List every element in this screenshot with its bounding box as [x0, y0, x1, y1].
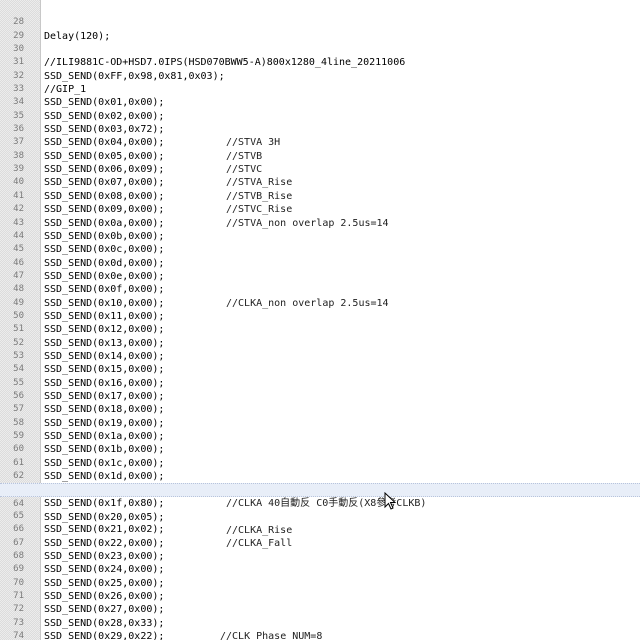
code-line-42[interactable]: 42 SSD_SEND(0x0a,0x00);: [0, 190, 640, 228]
code-line-37[interactable]: 37 SSD_SEND(0x05,0x00); //STVC: [0, 123, 640, 175]
code-line-63[interactable]: 63 SSD_SEND(0x1f,0x80);: [0, 470, 640, 508]
code-line-45[interactable]: 45 SSD_SEND(0x0d,0x00);: [0, 230, 640, 268]
code-line-70[interactable]: 70 SSD_SEND(0x26,0x00);: [0, 563, 640, 602]
code-line-48[interactable]: 48 SSD_SEND(0x10,0x00);: [0, 270, 640, 308]
code-line-47[interactable]: 47 SSD_SEND(0x0f,0x00); //CLKA_non overl…: [0, 257, 640, 309]
code-line-39[interactable]: 39 SSD_SEND(0x07,0x00); //STVB_Rise: [0, 150, 640, 202]
code-line-57[interactable]: 57 SSD_SEND(0x19,0x00);: [0, 390, 640, 428]
code-line-40[interactable]: 40 SSD_SEND(0x08,0x00); //STVC_Rise: [0, 163, 640, 215]
code-line-43[interactable]: 43 SSD_SEND(0x0b,0x00);: [0, 203, 640, 242]
code-line-66[interactable]: 66 SSD_SEND(0x22,0x00);: [0, 510, 640, 548]
code-line-55[interactable]: 55 SSD_SEND(0x17,0x00);: [0, 363, 640, 402]
code-line-31[interactable]: 31 SSD_SEND(0xFF,0x98,0x81,0x03);: [0, 43, 640, 81]
code-line-62[interactable]: 62 SSD_SEND(0x1e,0x40); //CLKA 40自動反 C0手…: [0, 457, 640, 509]
code-line-44[interactable]: 44 SSD_SEND(0x0c,0x00);: [0, 217, 640, 255]
code-line-32[interactable]: 32 //GIP_1: [0, 56, 640, 95]
code-line-58[interactable]: 58 SSD_SEND(0x1a,0x00);: [0, 403, 640, 442]
code-line-65[interactable]: 65 SSD_SEND(0x21,0x02); //CLKA_Fall: [0, 497, 640, 549]
code-editor[interactable]: 28 Delay(120); 29 30 //ILI9881C-OD+HSD7.…: [0, 0, 640, 640]
code-line-33[interactable]: 33 SSD_SEND(0x01,0x00);: [0, 70, 640, 108]
code-line-75[interactable]: 75 SSD_SEND(0x2b,0x00);: [0, 630, 640, 640]
code-line-51[interactable]: 51 SSD_SEND(0x13,0x00);: [0, 310, 640, 348]
code-line-29[interactable]: 29: [0, 16, 640, 41]
code-line-36[interactable]: 36 SSD_SEND(0x04,0x00); //STVB: [0, 110, 640, 162]
code-line-59[interactable]: 59 SSD_SEND(0x1b,0x00);: [0, 417, 640, 455]
code-line-50[interactable]: 50 SSD_SEND(0x12,0x00);: [0, 297, 640, 335]
code-line-64[interactable]: 64 SSD_SEND(0x20,0x05); //CLKA_Rise: [0, 483, 640, 536]
code-line-60[interactable]: 60 SSD_SEND(0x1c,0x00);: [0, 430, 640, 468]
code-line-54[interactable]: 54 SSD_SEND(0x16,0x00);: [0, 350, 640, 388]
code-line-69[interactable]: 69 SSD_SEND(0x25,0x00);: [0, 550, 640, 588]
code-line-72[interactable]: 72 SSD_SEND(0x28,0x33); //CLK Phase_NUM=…: [0, 590, 640, 640]
code-line-28[interactable]: 28 Delay(120);: [0, 3, 640, 41]
code-line-46[interactable]: 46 SSD_SEND(0x0e,0x00);: [0, 243, 640, 282]
code-line-35[interactable]: 35 SSD_SEND(0x03,0x72); //STVA 3H: [0, 96, 640, 149]
code-lines[interactable]: 28 Delay(120); 29 30 //ILI9881C-OD+HSD7.…: [0, 3, 640, 640]
code-line-67[interactable]: 67 SSD_SEND(0x23,0x00);: [0, 523, 640, 562]
mouse-pointer-icon: [384, 492, 396, 510]
code-line-30[interactable]: 30 //ILI9881C-OD+HSD7.0IPS(HSD070BWW5-A)…: [0, 30, 640, 68]
code-line-71[interactable]: 71 SSD_SEND(0x27,0x00);: [0, 577, 640, 615]
code-line-49[interactable]: 49 SSD_SEND(0x11,0x00);: [0, 283, 640, 322]
code-line-68[interactable]: 68 SSD_SEND(0x24,0x00);: [0, 537, 640, 575]
code-line-53[interactable]: 53 SSD_SEND(0x15,0x00);: [0, 337, 640, 375]
code-line-52[interactable]: 52 SSD_SEND(0x14,0x00);: [0, 323, 640, 362]
code-line-74[interactable]: 74 SSD_SEND(0x2a,0x00);: [0, 617, 640, 640]
code-line-73[interactable]: 73 SSD_SEND(0x29,0x22); //CLK overlap 3H: [0, 603, 640, 640]
code-line-41[interactable]: 41 SSD_SEND(0x09,0x00); //STVA_non overl…: [0, 176, 640, 229]
code-line-34[interactable]: 34 SSD_SEND(0x02,0x00);: [0, 83, 640, 121]
code-line-61[interactable]: 61 SSD_SEND(0x1d,0x00);: [0, 443, 640, 482]
code-line-56[interactable]: 56 SSD_SEND(0x18,0x00);: [0, 377, 640, 415]
code-line-38[interactable]: 38 SSD_SEND(0x06,0x09); //STVA_Rise: [0, 136, 640, 189]
